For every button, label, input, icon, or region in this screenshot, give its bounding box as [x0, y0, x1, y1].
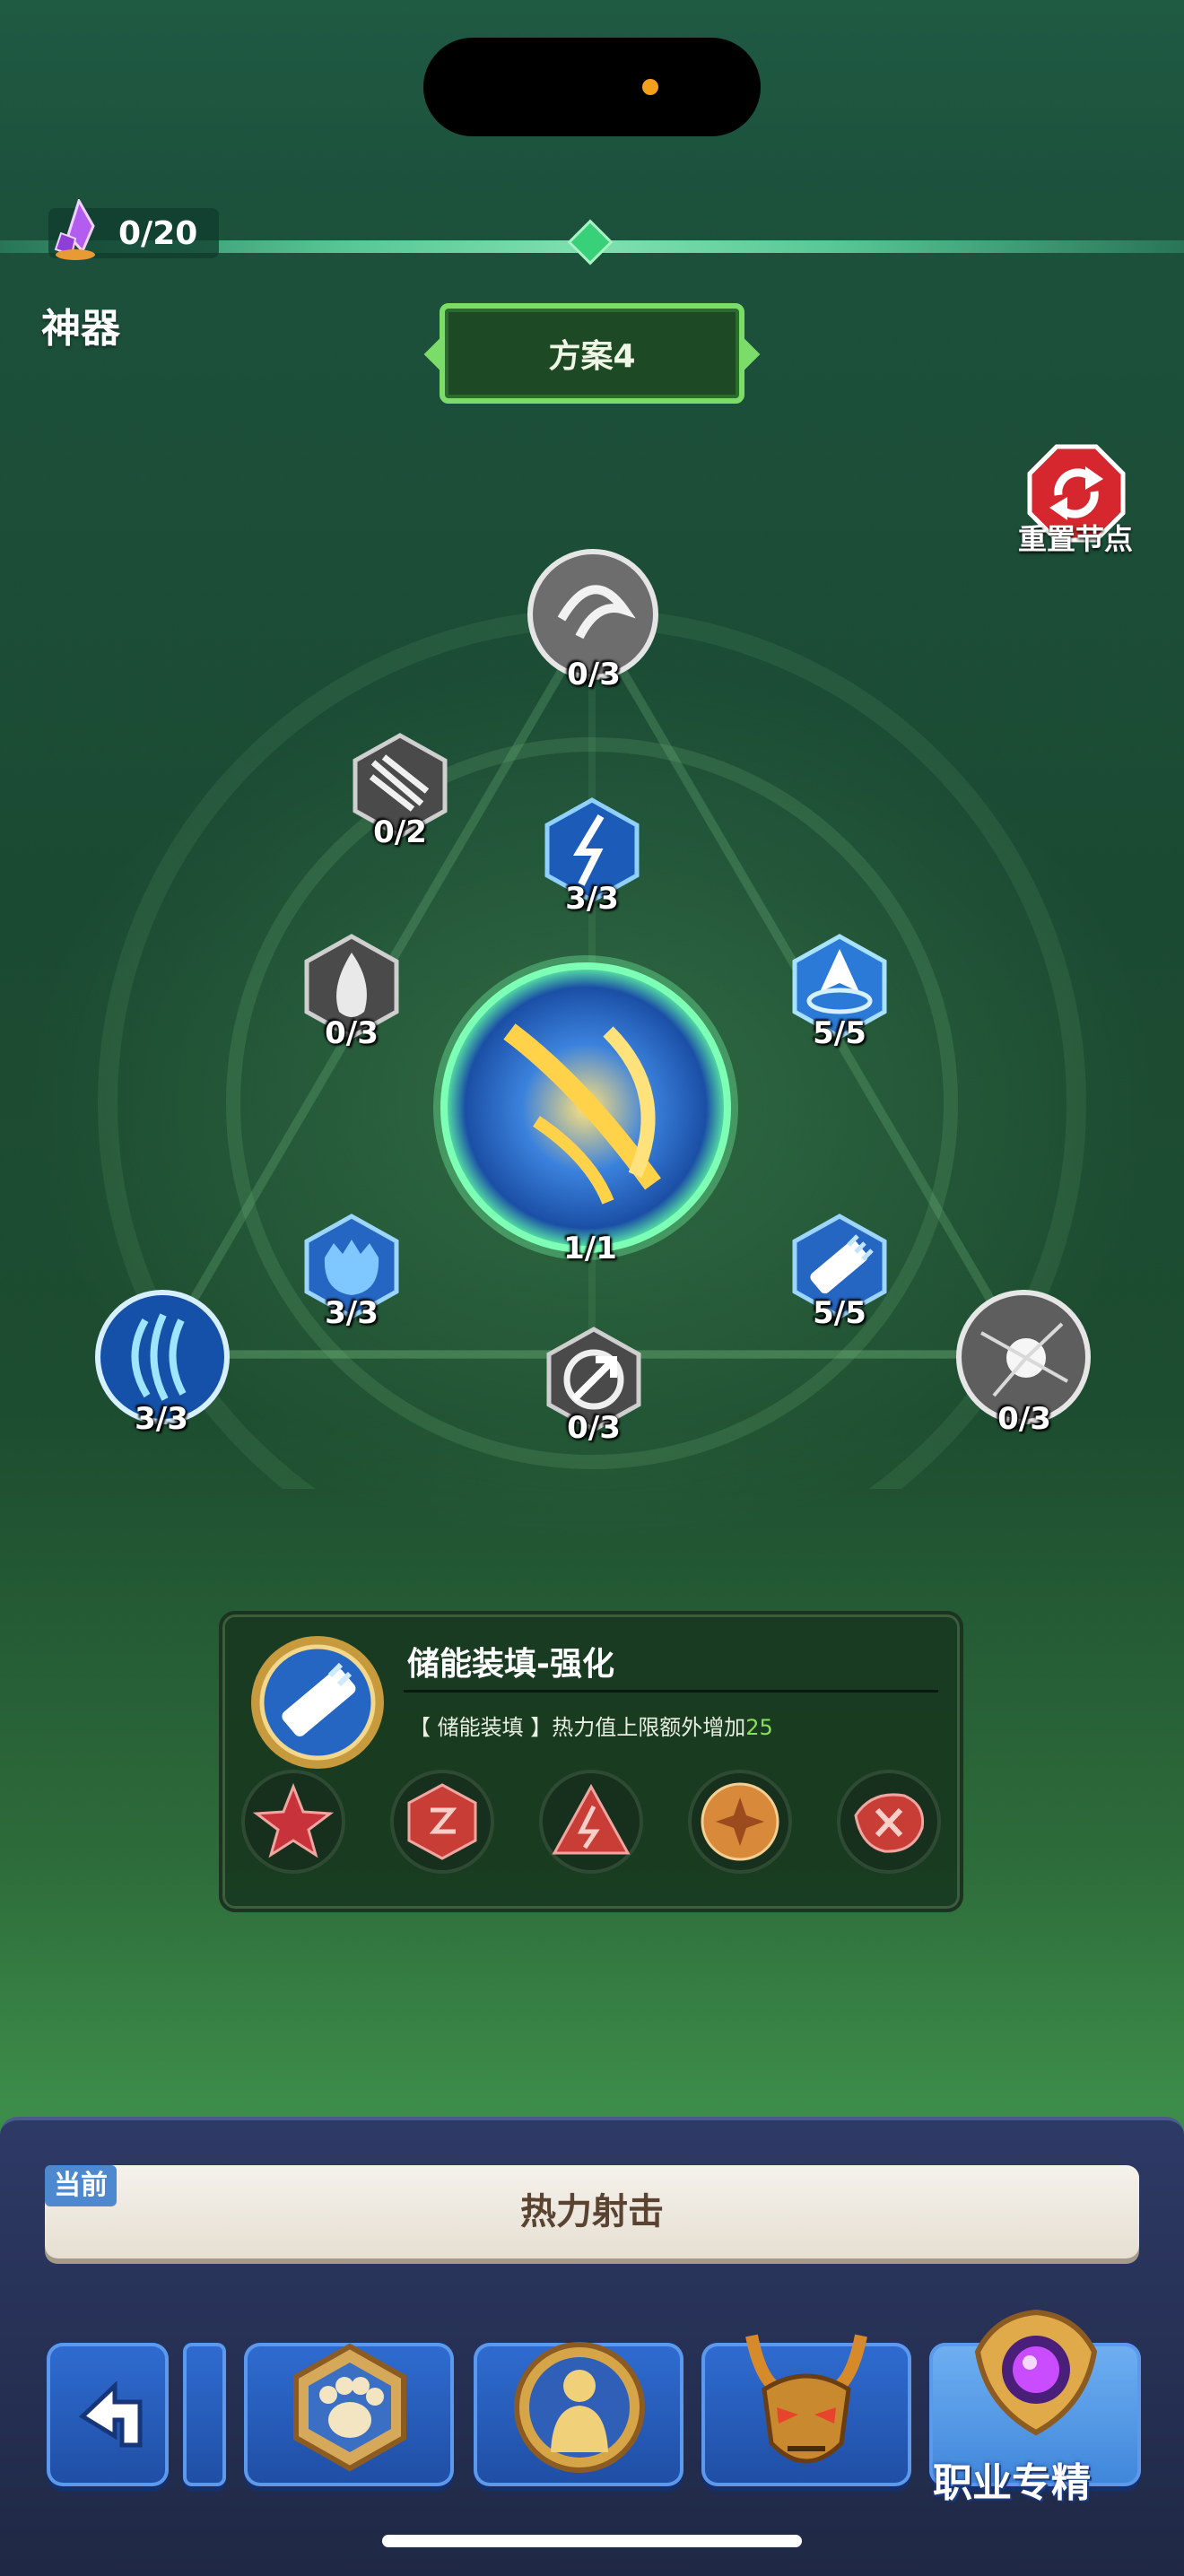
skill-description-value: 25 — [745, 1715, 773, 1740]
red-hexagon-rune-icon[interactable] — [389, 1769, 495, 1875]
class-specialization-label: 职业专精 — [933, 2460, 1091, 2506]
back-arrow-icon — [78, 2380, 143, 2448]
current-tag: 当前 — [45, 2165, 117, 2206]
skill-title: 储能装填-强化 — [407, 1646, 614, 1683]
red-triangle-rune-icon[interactable] — [538, 1769, 644, 1875]
red-scroll-rune-icon[interactable] — [836, 1769, 942, 1875]
home-indicator[interactable] — [382, 2535, 802, 2547]
purple-orb-icon — [974, 2309, 1098, 2436]
page-title: 神器 — [41, 306, 120, 352]
privacy-indicator — [642, 79, 658, 95]
crystal-count: 0/20 — [118, 215, 198, 252]
node-count-lower-right: 5/5 — [813, 1295, 866, 1331]
golden-shock-orb-icon[interactable] — [429, 951, 743, 1265]
skill-description-text: 【 储能装填 】热力值上限额外增加 — [409, 1715, 746, 1740]
plan-selector-button[interactable]: 方案4 — [440, 303, 744, 404]
node-count-top: 0/3 — [567, 657, 621, 692]
node-count-upper-left: 0/2 — [373, 814, 427, 850]
current-build-name: 热力射击 — [520, 2191, 664, 2232]
demon-mask-icon — [745, 2334, 867, 2464]
red-star-rune-icon[interactable] — [240, 1769, 346, 1875]
charged-ammo-icon — [251, 1636, 384, 1769]
node-count-mid-left: 0/3 — [325, 1015, 379, 1051]
node-count-lower-left: 3/3 — [325, 1295, 379, 1331]
node-count-far-right: 0/3 — [997, 1401, 1051, 1437]
camera-notch — [423, 38, 761, 136]
node-count-far-left: 3/3 — [135, 1401, 188, 1437]
node-count-bottom: 0/3 — [567, 1410, 621, 1446]
title-divider — [404, 1690, 938, 1693]
node-count-center: 1/1 — [563, 1231, 617, 1266]
node-count-upper-center: 3/3 — [565, 881, 619, 917]
pet-paw-icon — [293, 2343, 406, 2472]
purple-crystal-icon — [54, 199, 95, 260]
skill-description: 【 储能装填 】热力值上限额外增加25 — [409, 1710, 773, 1741]
divider-gem-icon — [567, 219, 614, 265]
plan-label: 方案4 — [548, 338, 636, 375]
hero-statue-icon — [514, 2342, 645, 2473]
orange-circle-rune-icon[interactable] — [687, 1769, 793, 1875]
node-count-mid-right: 5/5 — [813, 1015, 866, 1051]
partial-tab-button[interactable] — [183, 2343, 226, 2486]
